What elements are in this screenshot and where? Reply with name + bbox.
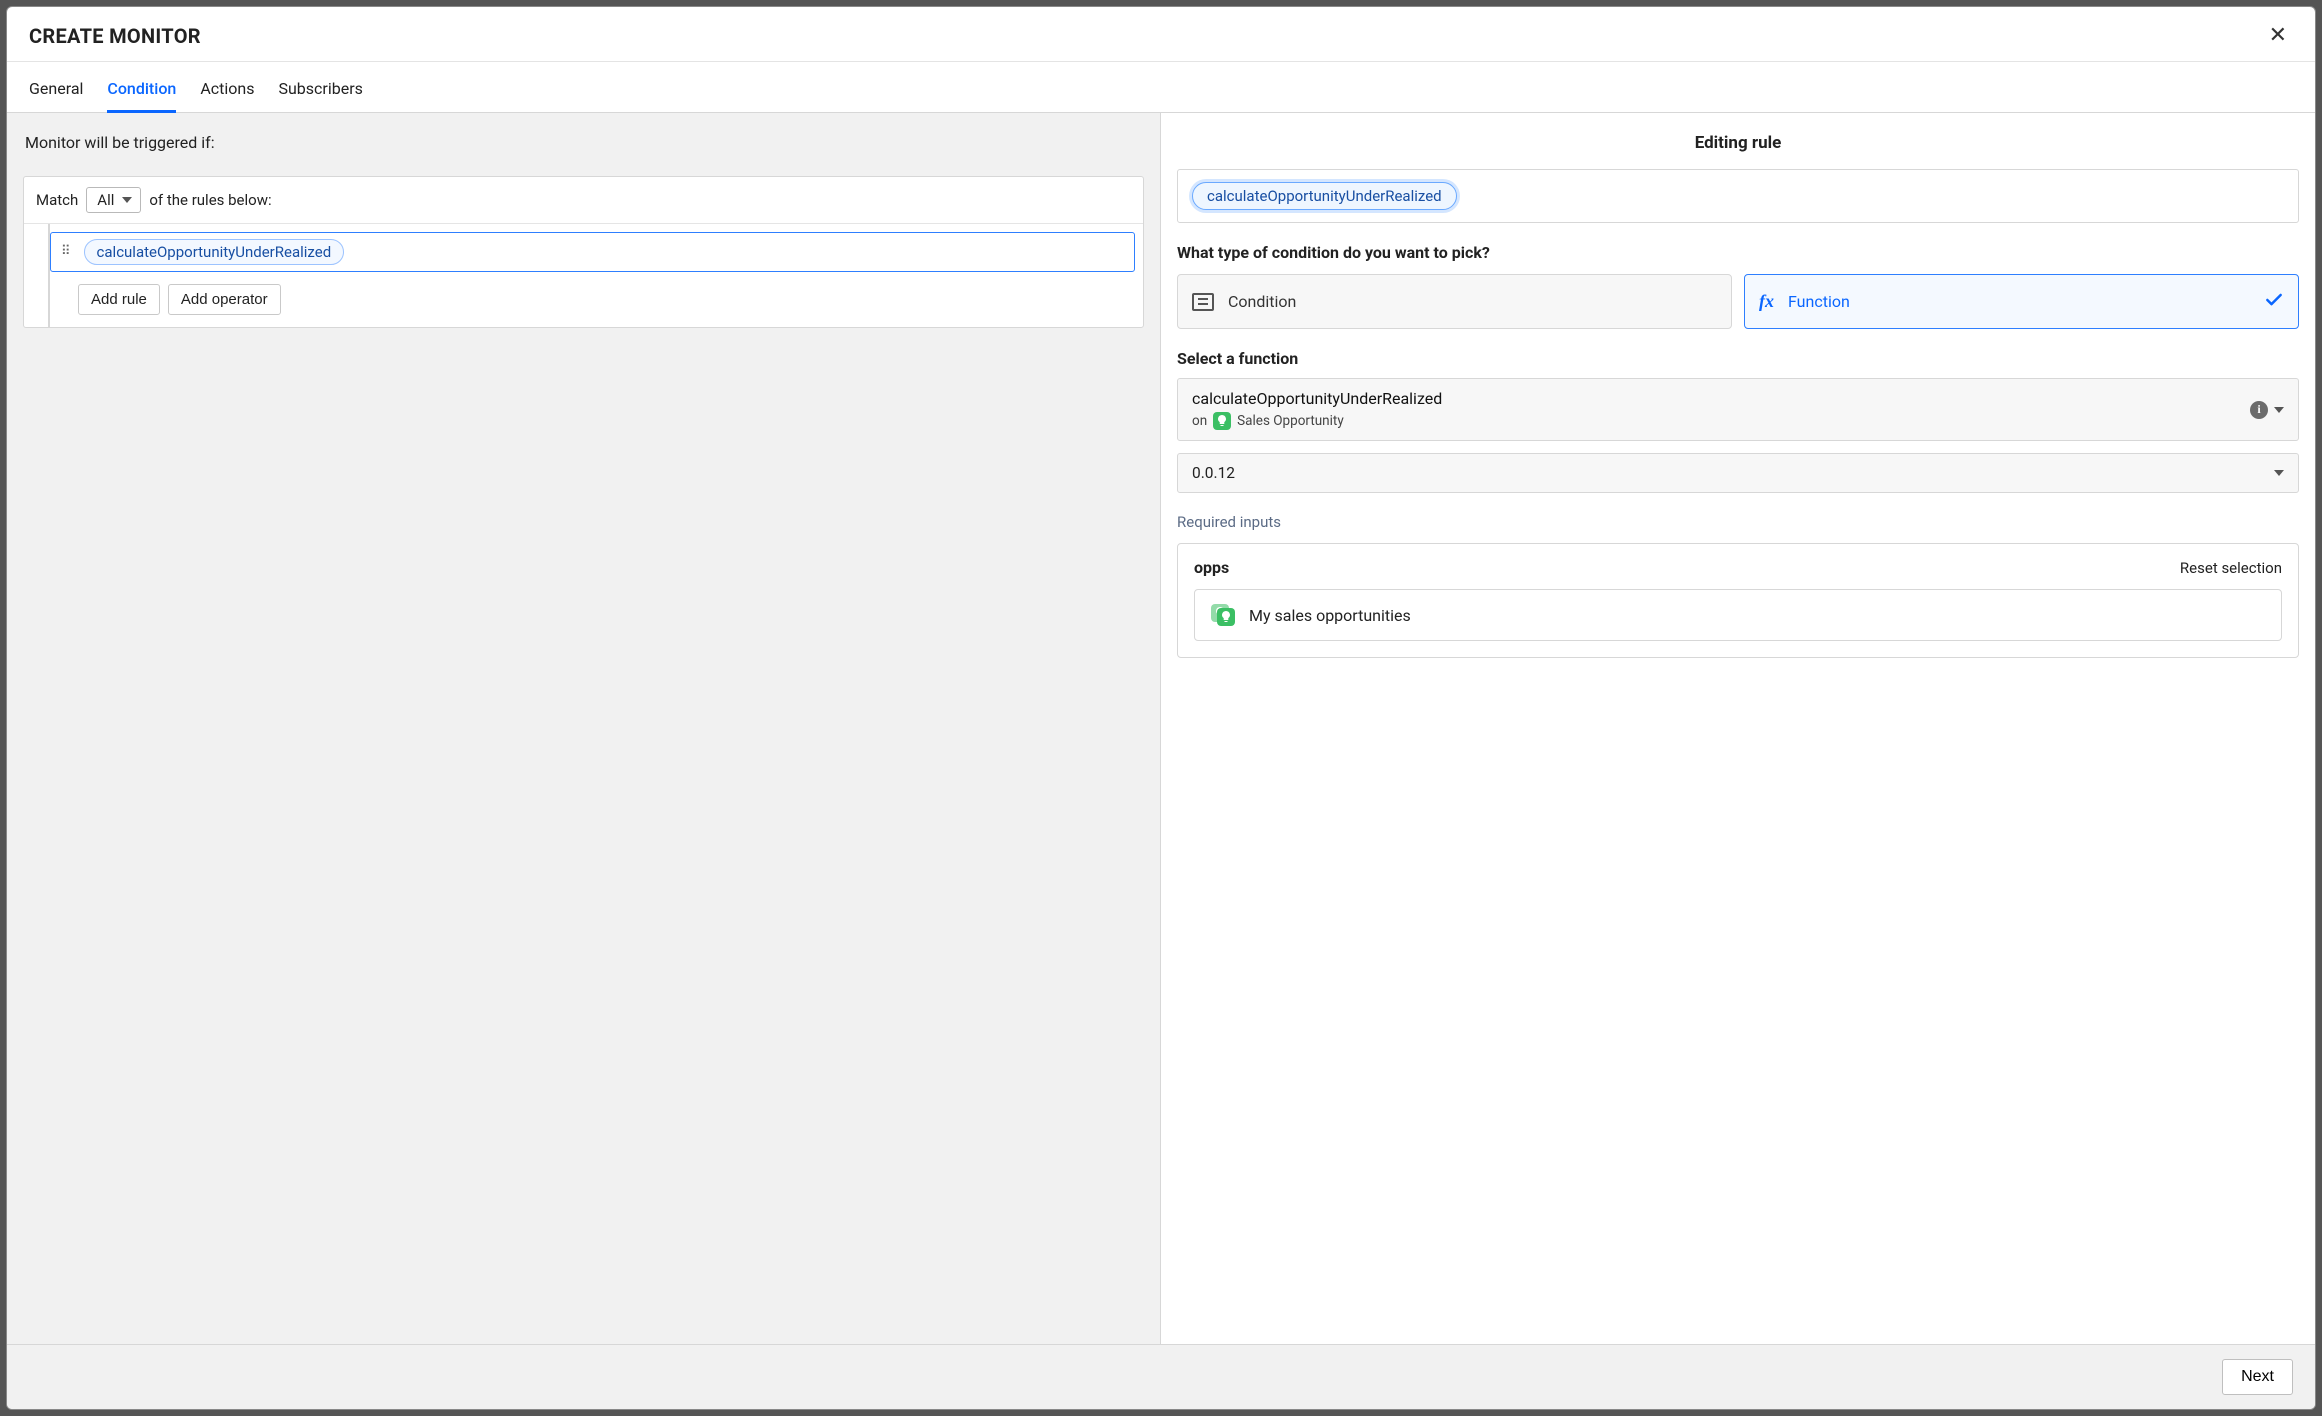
lightbulb-stack-icon: [1211, 604, 1235, 626]
required-input-value: My sales opportunities: [1249, 606, 1411, 625]
lightbulb-icon: [1213, 412, 1231, 430]
editing-rule-box: calculateOpportunityUnderRealized: [1177, 169, 2299, 223]
drag-handle-icon[interactable]: ⠿: [59, 244, 74, 260]
function-icon: fx: [1759, 291, 1774, 312]
selected-function-target: on Sales Opportunity: [1192, 412, 1442, 430]
add-rule-button[interactable]: Add rule: [78, 284, 160, 315]
editing-rule-chip[interactable]: calculateOpportunityUnderRealized: [1192, 182, 1457, 210]
version-select[interactable]: 0.0.12: [1177, 453, 2299, 493]
reset-selection-link[interactable]: Reset selection: [2180, 559, 2282, 577]
tab-subscribers[interactable]: Subscribers: [278, 71, 362, 113]
condition-builder-panel: Monitor will be triggered if: Match All …: [7, 113, 1161, 1344]
match-suffix: of the rules below:: [149, 191, 271, 209]
add-operator-button[interactable]: Add operator: [168, 284, 281, 315]
close-icon[interactable]: ✕: [2263, 21, 2293, 51]
condition-type-function[interactable]: fx Function: [1744, 274, 2299, 329]
function-on-target: Sales Opportunity: [1237, 413, 1344, 429]
condition-type-row: Condition fx Function: [1177, 274, 2299, 329]
match-label: Match: [36, 191, 78, 209]
create-monitor-modal: CREATE MONITOR ✕ General Condition Actio…: [6, 6, 2316, 1410]
chevron-down-icon: [2274, 470, 2284, 476]
rule-row[interactable]: ⠿ calculateOpportunityUnderRealized: [50, 232, 1135, 272]
select-function-label: Select a function: [1177, 349, 2299, 368]
required-input-name: opps: [1194, 558, 1229, 577]
condition-type-question: What type of condition do you want to pi…: [1177, 243, 2299, 262]
trigger-note: Monitor will be triggered if:: [23, 133, 1144, 152]
condition-type-condition[interactable]: Condition: [1177, 274, 1732, 329]
match-select[interactable]: All: [86, 187, 141, 213]
function-on-prefix: on: [1192, 413, 1207, 429]
tabs: General Condition Actions Subscribers: [7, 61, 2315, 113]
next-button[interactable]: Next: [2222, 1359, 2293, 1395]
editing-rule-title: Editing rule: [1177, 133, 2299, 153]
rule-editor-panel: Editing rule calculateOpportunityUnderRe…: [1161, 113, 2315, 1344]
check-icon: [2264, 290, 2284, 314]
match-select-value: All: [97, 191, 114, 209]
tab-condition[interactable]: Condition: [107, 71, 176, 113]
info-icon[interactable]: i: [2250, 401, 2268, 419]
selected-function-name: calculateOpportunityUnderRealized: [1192, 389, 1442, 408]
version-value: 0.0.12: [1192, 464, 1235, 482]
modal-header: CREATE MONITOR ✕: [7, 7, 2315, 61]
rules-body: ⠿ calculateOpportunityUnderRealized Add …: [48, 224, 1143, 327]
rule-chip[interactable]: calculateOpportunityUnderRealized: [84, 239, 345, 265]
condition-type-condition-label: Condition: [1228, 292, 1296, 311]
rules-match-row: Match All of the rules below:: [24, 177, 1143, 224]
condition-icon: [1192, 293, 1214, 311]
modal-footer: Next: [7, 1345, 2315, 1409]
required-inputs-label: Required inputs: [1177, 513, 2299, 531]
required-input-block: opps Reset selection My sales opportunit…: [1177, 543, 2299, 658]
condition-type-function-label: Function: [1788, 292, 1850, 311]
rules-box: Match All of the rules below: ⠿ calculat…: [23, 176, 1144, 328]
rule-buttons: Add rule Add operator: [78, 284, 1135, 315]
modal-body: Monitor will be triggered if: Match All …: [7, 113, 2315, 1345]
chevron-down-icon[interactable]: [2274, 407, 2284, 413]
required-input-selection[interactable]: My sales opportunities: [1194, 589, 2282, 641]
tab-actions[interactable]: Actions: [200, 71, 254, 113]
chevron-down-icon: [122, 197, 132, 203]
selected-function-box[interactable]: calculateOpportunityUnderRealized on Sal…: [1177, 378, 2299, 441]
tab-general[interactable]: General: [29, 71, 83, 113]
modal-title: CREATE MONITOR: [29, 24, 201, 48]
